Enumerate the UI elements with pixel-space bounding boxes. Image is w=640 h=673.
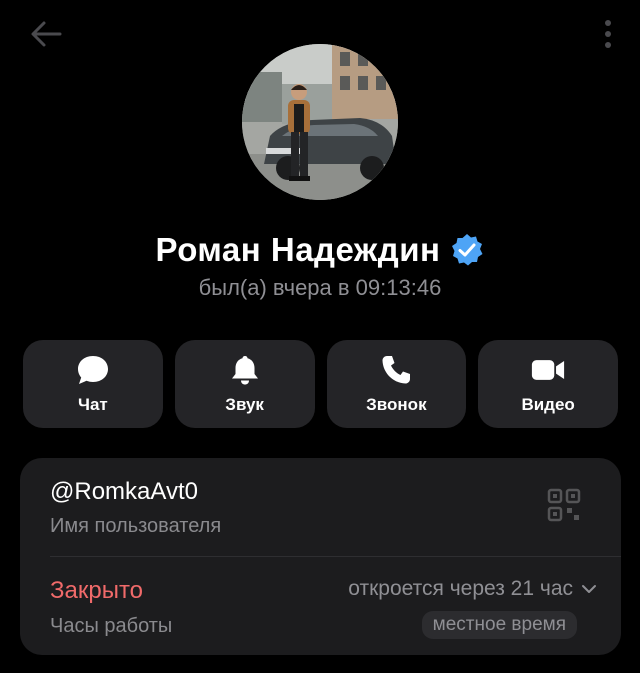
bell-icon bbox=[231, 356, 258, 385]
call-button[interactable]: Звонок bbox=[326, 340, 467, 428]
more-vertical-icon bbox=[605, 20, 611, 48]
verified-badge-icon bbox=[452, 234, 483, 266]
avatar-photo bbox=[242, 44, 398, 200]
info-card: @RomkaAvt0 Имя пользователя Закрыто Часы… bbox=[20, 458, 621, 655]
chat-button-label: Чат bbox=[78, 395, 108, 414]
call-button-label: Звонок bbox=[366, 395, 427, 414]
chevron-down-icon bbox=[582, 585, 596, 593]
username[interactable]: @RomkaAvt0 bbox=[50, 478, 198, 506]
profile-name-row: Роман Надеждин bbox=[0, 226, 640, 274]
opens-in-text: откроется через 21 час bbox=[348, 577, 573, 600]
sound-button-label: Звук bbox=[225, 395, 264, 414]
opens-in-dropdown[interactable]: откроется через 21 час bbox=[348, 577, 597, 601]
last-seen-status: был(а) вчера в 09:13:46 bbox=[198, 275, 442, 300]
video-camera-icon bbox=[532, 360, 565, 380]
qr-code-icon[interactable] bbox=[547, 488, 581, 522]
profile-name: Роман Надеждин bbox=[155, 231, 441, 268]
local-time-badge[interactable]: местное время bbox=[421, 611, 577, 639]
video-button[interactable]: Видео bbox=[478, 340, 618, 428]
username-row[interactable]: @RomkaAvt0 Имя пользователя bbox=[20, 458, 621, 556]
hours-status: Закрыто bbox=[50, 577, 144, 604]
arrow-left-icon bbox=[31, 21, 62, 47]
action-buttons: Чат Звук Звонок Видео bbox=[23, 340, 618, 428]
phone-icon bbox=[382, 356, 411, 384]
hours-caption: Часы работы bbox=[50, 615, 173, 637]
username-caption: Имя пользователя bbox=[50, 515, 222, 537]
video-button-label: Видео bbox=[521, 395, 575, 414]
chat-button[interactable]: Чат bbox=[23, 340, 163, 428]
business-hours-row[interactable]: Закрыто Часы работы откроется через 21 ч… bbox=[20, 557, 621, 655]
avatar[interactable] bbox=[242, 44, 398, 200]
chat-bubble-icon bbox=[77, 356, 108, 384]
more-options-button[interactable] bbox=[598, 14, 618, 54]
sound-button[interactable]: Звук bbox=[174, 340, 315, 428]
back-button[interactable] bbox=[26, 18, 66, 50]
